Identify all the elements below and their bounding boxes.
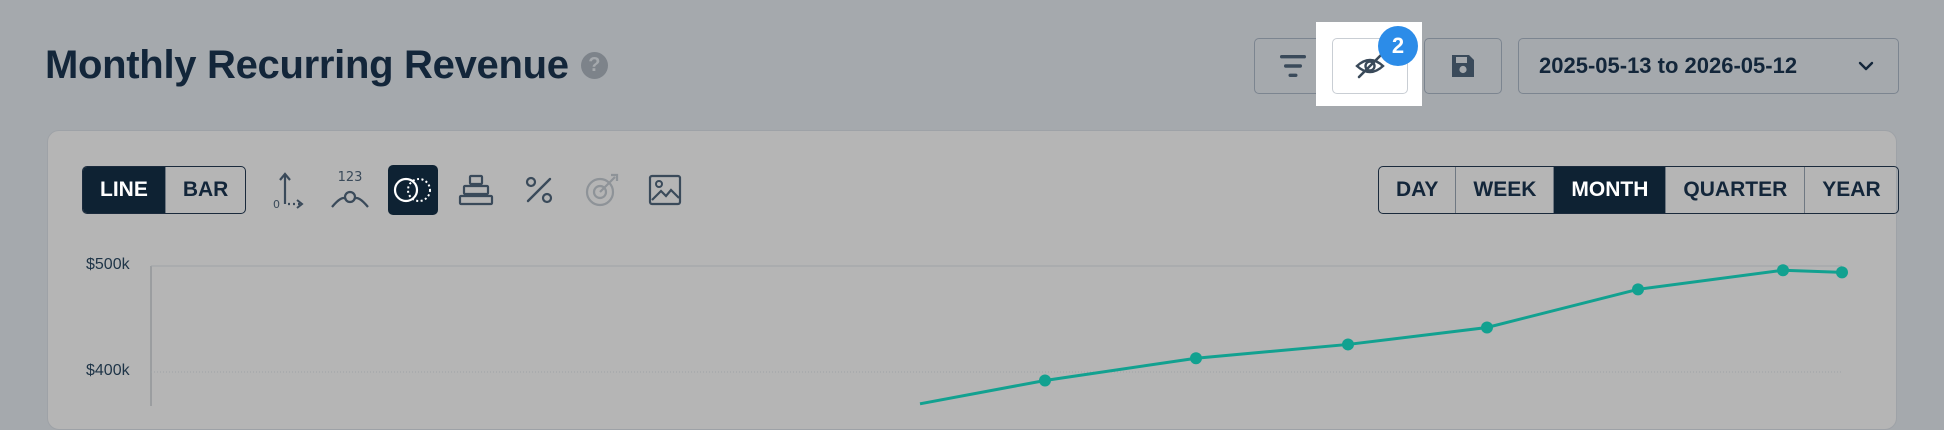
data-point[interactable] (1481, 321, 1493, 334)
data-point[interactable] (1836, 266, 1848, 279)
data-point[interactable] (1342, 338, 1354, 351)
data-point[interactable] (1039, 374, 1051, 387)
mrr-line-chart (150, 264, 1848, 406)
series-line (919, 268, 1843, 406)
data-point[interactable] (1632, 283, 1644, 296)
data-point[interactable] (1190, 352, 1202, 365)
data-point[interactable] (1777, 264, 1789, 277)
